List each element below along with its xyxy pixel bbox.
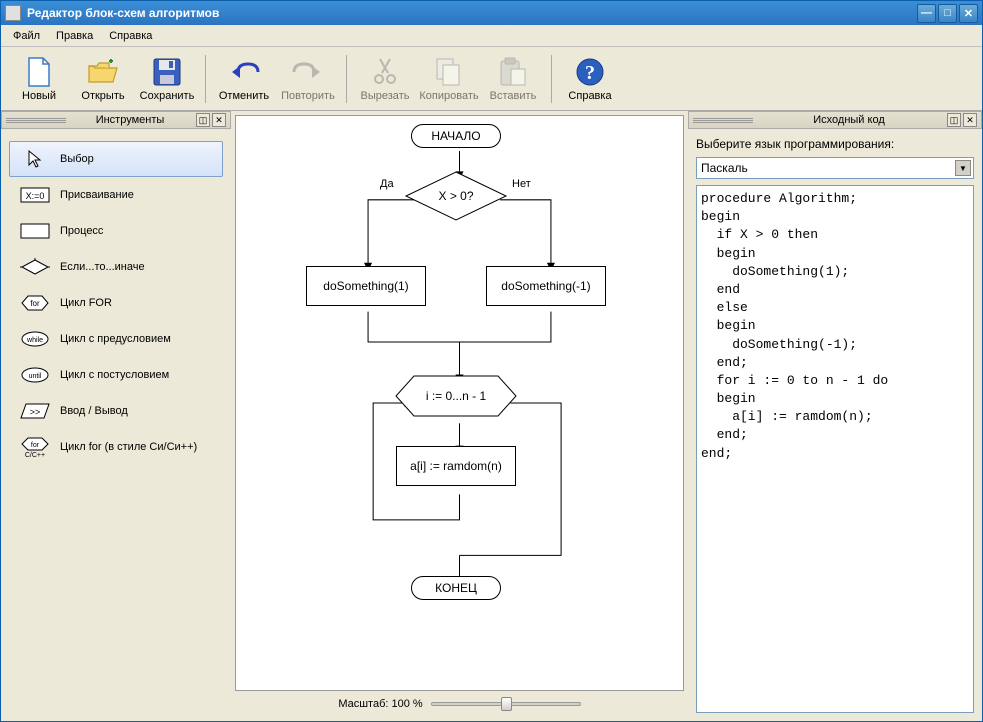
- flowchart-loop[interactable]: i := 0...n - 1: [396, 376, 516, 416]
- menu-file[interactable]: Файл: [5, 27, 48, 45]
- ifelse-icon: [20, 258, 50, 276]
- save-icon: [151, 56, 183, 88]
- copy-icon: [433, 56, 465, 88]
- tool-while[interactable]: while Цикл с предусловием: [9, 321, 223, 357]
- tool-process[interactable]: Процесс: [9, 213, 223, 249]
- flowchart-loop-body[interactable]: a[i] := ramdom(n): [396, 446, 516, 486]
- redo-icon: [292, 56, 324, 88]
- svg-text:X:=0: X:=0: [26, 191, 45, 201]
- maximize-button[interactable]: □: [938, 4, 957, 23]
- until-icon: until: [20, 366, 50, 384]
- io-icon: >>: [20, 402, 50, 420]
- zoom-bar: Масштаб: 100 %: [235, 691, 684, 717]
- tool-ifelse[interactable]: Если...то...иначе: [9, 249, 223, 285]
- window-title: Редактор блок-схем алгоритмов: [27, 6, 917, 20]
- flowchart-decision[interactable]: X > 0?: [406, 172, 506, 220]
- svg-text:for: for: [31, 442, 40, 449]
- panel-float-icon[interactable]: ◫: [196, 113, 210, 127]
- assign-icon: X:=0: [20, 186, 50, 204]
- svg-text:while: while: [26, 337, 43, 344]
- menubar: Файл Правка Справка: [1, 25, 982, 47]
- lang-select[interactable]: Паскаль ▼: [696, 157, 974, 179]
- flowchart-end[interactable]: КОНЕЦ: [411, 576, 501, 600]
- tool-cfor[interactable]: forC/C++ Цикл for (в стиле Си/Си++): [9, 429, 223, 465]
- process-icon: [20, 222, 50, 240]
- help-icon: ?: [574, 56, 606, 88]
- tool-until[interactable]: until Цикл с постусловием: [9, 357, 223, 393]
- tool-io[interactable]: >> Ввод / Вывод: [9, 393, 223, 429]
- undo-button[interactable]: Отменить: [214, 51, 274, 107]
- svg-text:for: for: [30, 299, 40, 308]
- new-file-icon: [23, 56, 55, 88]
- close-button[interactable]: ✕: [959, 4, 978, 23]
- panel-float-icon[interactable]: ◫: [947, 113, 961, 127]
- tool-select[interactable]: Выбор: [9, 141, 223, 177]
- titlebar: Редактор блок-схем алгоритмов — □ ✕: [1, 1, 982, 25]
- menu-help[interactable]: Справка: [101, 27, 160, 45]
- paste-button: Вставить: [483, 51, 543, 107]
- help-button[interactable]: ? Справка: [560, 51, 620, 107]
- svg-text:C/C++: C/C++: [25, 452, 45, 458]
- chevron-down-icon: ▼: [955, 160, 971, 176]
- open-button[interactable]: Открыть: [73, 51, 133, 107]
- panel-close-icon[interactable]: ✕: [963, 113, 977, 127]
- toolbar: Новый Открыть Сохранить Отменить Повтор: [1, 47, 982, 111]
- new-button[interactable]: Новый: [9, 51, 69, 107]
- folder-open-icon: [87, 56, 119, 88]
- svg-text:>>: >>: [30, 407, 41, 417]
- tools-panel: Инструменты ◫ ✕ Выбор X:=0 Присваивание: [1, 111, 231, 721]
- cut-button: Вырезать: [355, 51, 415, 107]
- scissors-icon: [369, 56, 401, 88]
- label-yes: Да: [380, 178, 394, 190]
- lang-label: Выберите язык программирования:: [696, 137, 974, 151]
- for-icon: for: [20, 294, 50, 312]
- flowchart-process-1[interactable]: doSomething(1): [306, 266, 426, 306]
- while-icon: while: [20, 330, 50, 348]
- svg-text:until: until: [29, 373, 42, 380]
- save-button[interactable]: Сохранить: [137, 51, 197, 107]
- menu-edit[interactable]: Правка: [48, 27, 101, 45]
- zoom-label: Масштаб: 100 %: [338, 698, 422, 710]
- app-icon: [5, 5, 21, 21]
- cursor-icon: [20, 150, 50, 168]
- code-area[interactable]: procedure Algorithm; begin if X > 0 then…: [696, 185, 974, 713]
- tool-for[interactable]: for Цикл FOR: [9, 285, 223, 321]
- flowchart-process-2[interactable]: doSomething(-1): [486, 266, 606, 306]
- label-no: Нет: [512, 178, 531, 190]
- minimize-button[interactable]: —: [917, 4, 936, 23]
- paste-icon: [497, 56, 529, 88]
- code-panel-header: Исходный код ◫ ✕: [688, 111, 982, 129]
- flowchart-canvas[interactable]: НАЧАЛО X > 0? Да Нет doSomething(1) doSo…: [235, 115, 684, 691]
- tools-panel-header: Инструменты ◫ ✕: [1, 111, 231, 129]
- redo-button: Повторить: [278, 51, 338, 107]
- undo-icon: [228, 56, 260, 88]
- flowchart-start[interactable]: НАЧАЛО: [411, 124, 501, 148]
- tool-assign[interactable]: X:=0 Присваивание: [9, 177, 223, 213]
- cfor-icon: for C/C++: [20, 438, 50, 456]
- panel-close-icon[interactable]: ✕: [212, 113, 226, 127]
- svg-text:?: ?: [585, 62, 595, 84]
- code-panel: Исходный код ◫ ✕ Выберите язык программи…: [688, 111, 982, 721]
- copy-button: Копировать: [419, 51, 479, 107]
- zoom-slider[interactable]: [431, 694, 581, 714]
